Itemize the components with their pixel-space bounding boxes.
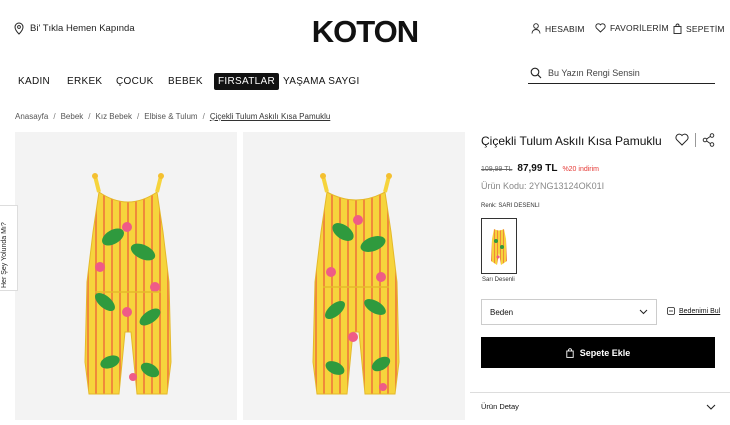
search-input[interactable]: Bu Yazın Rengi Sensin <box>548 68 640 78</box>
feedback-tab-label: Her Şey Yolunda Mı? <box>1 222 8 288</box>
nav-item-bebek[interactable]: BEBEK <box>168 76 203 87</box>
divider <box>695 133 696 147</box>
current-price: 87,99 TL <box>517 163 558 174</box>
romper-illustration <box>312 173 400 395</box>
heart-icon <box>595 23 606 33</box>
feedback-tab[interactable]: Her Şey Yolunda Mı? <box>0 205 18 291</box>
product-image-front[interactable] <box>15 132 237 420</box>
old-price: 109,99 TL <box>481 166 513 173</box>
nav-item-yasama-saygi[interactable]: YAŞAMA SAYGI <box>283 76 360 87</box>
breadcrumb-separator: / <box>53 112 56 121</box>
delivery-link[interactable]: Bi' Tıkla Hemen Kapında <box>14 22 135 35</box>
color-label: Renk: SARI DESENLI <box>481 203 540 209</box>
add-to-cart-button[interactable]: Sepete Ekle <box>481 337 715 368</box>
breadcrumb-item-kiz-bebek[interactable]: Kız Bebek <box>96 112 132 121</box>
chevron-down-icon <box>639 309 648 315</box>
shopping-bag-icon <box>673 23 682 34</box>
breadcrumb-separator: / <box>202 112 205 121</box>
cart-link[interactable]: SEPETİM <box>673 23 725 34</box>
product-image-back[interactable] <box>243 132 465 420</box>
koton-logo[interactable]: KOTON <box>306 14 424 48</box>
search-bar[interactable]: Bu Yazın Rengi Sensin <box>528 62 715 84</box>
nav-item-firsatlar[interactable]: FIRSATLAR <box>214 73 279 90</box>
product-code: Ürün Kodu: 2YNG13124OK01I <box>481 181 605 191</box>
top-bar: Bi' Tıkla Hemen Kapında KOTON HESABIM FA… <box>0 0 730 62</box>
breadcrumb-item-current[interactable]: Çiçekli Tulum Askılı Kısa Pamuklu <box>210 112 330 121</box>
account-label: HESABIM <box>545 23 585 34</box>
favorites-link[interactable]: FAVORİLERİM <box>595 23 669 33</box>
product-title: Çiçekli Tulum Askılı Kısa Pamuklu <box>481 134 662 148</box>
color-swatch-sari-desenli[interactable] <box>481 218 517 274</box>
size-select[interactable]: Beden <box>481 299 657 325</box>
breadcrumb-separator: / <box>136 112 140 121</box>
romper-illustration <box>84 173 172 395</box>
breadcrumb: Anasayfa / Bebek / Kız Bebek / Elbise & … <box>15 112 335 121</box>
size-guide-link[interactable]: Bedenimi Bul <box>667 307 720 315</box>
discount-badge: %20 indirim <box>562 166 600 173</box>
nav-item-kadin[interactable]: KADIN <box>18 76 50 87</box>
product-detail-label: Ürün Detay <box>481 402 519 411</box>
product-detail-accordion[interactable]: Ürün Detay <box>470 392 730 420</box>
breadcrumb-item-elbise-tulum[interactable]: Elbise & Tulum <box>144 112 197 121</box>
size-guide-label: Bedenimi Bul <box>679 307 721 315</box>
price-row: 109,99 TL 87,99 TL %20 indirim <box>481 163 599 174</box>
swatch-thumbnail <box>491 229 507 265</box>
favorites-label: FAVORİLERİM <box>610 23 669 33</box>
location-pin-icon <box>14 22 24 35</box>
nav-item-erkek[interactable]: ERKEK <box>67 76 102 87</box>
cart-label: SEPETİM <box>686 23 725 34</box>
size-select-label: Beden <box>490 307 514 317</box>
add-to-cart-label: Sepete Ekle <box>579 347 631 358</box>
search-icon <box>530 67 542 78</box>
bag-icon <box>566 347 574 358</box>
account-link[interactable]: HESABIM <box>531 23 585 34</box>
delivery-text: Bi' Tıkla Hemen Kapında <box>30 23 135 34</box>
brand-wordmark: KOTON <box>312 14 418 48</box>
chevron-down-icon <box>706 404 716 410</box>
favorite-heart-icon[interactable] <box>675 133 689 146</box>
nav-item-cocuk[interactable]: ÇOCUK <box>116 76 154 87</box>
breadcrumb-item-anasayfa[interactable]: Anasayfa <box>15 112 48 121</box>
size-guide-icon <box>667 307 675 315</box>
breadcrumb-separator: / <box>88 112 91 121</box>
swatch-label: Sarı Desenli <box>482 277 515 283</box>
breadcrumb-item-bebek[interactable]: Bebek <box>61 112 84 121</box>
share-icon[interactable] <box>702 133 715 147</box>
user-icon <box>531 23 541 34</box>
